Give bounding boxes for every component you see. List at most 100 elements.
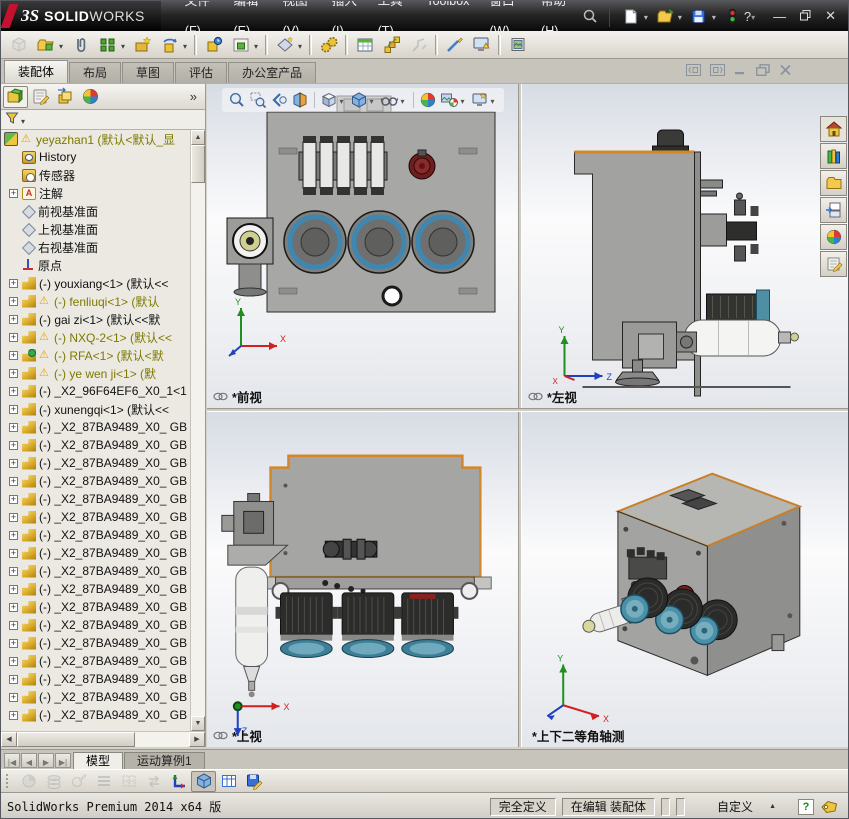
tree-item-row[interactable]: 原点 xyxy=(1,256,190,274)
configurationmanager-tab[interactable] xyxy=(53,86,78,108)
toolbar-grip[interactable] xyxy=(5,773,10,789)
expand-icon[interactable] xyxy=(9,494,18,504)
smart-fasteners-button[interactable] xyxy=(129,33,156,57)
displaymanager-tab[interactable] xyxy=(78,86,103,108)
expand-icon[interactable] xyxy=(9,368,18,378)
expand-icon[interactable] xyxy=(9,458,18,468)
new-document-button[interactable] xyxy=(620,5,642,27)
tree-item-row[interactable]: (-) ye wen ji<1> (默 xyxy=(1,364,190,382)
close-button[interactable]: ✕ xyxy=(825,8,836,24)
design-binder-tag-icon[interactable] xyxy=(820,800,838,814)
open-document-caret[interactable] xyxy=(678,9,686,23)
expand-icon[interactable] xyxy=(9,584,18,594)
expand-icon[interactable] xyxy=(9,602,18,612)
tree-item-row[interactable]: (-) _X2_87BA9489_X0_ GB xyxy=(1,616,190,634)
tree-item-row[interactable]: (-) RFA<1> (默认<默 xyxy=(1,346,190,364)
custom-status-caret[interactable]: ▲ xyxy=(769,803,776,810)
expand-icon[interactable] xyxy=(9,692,18,702)
expand-icon[interactable] xyxy=(9,656,18,666)
tree-horizontal-scrollbar[interactable] xyxy=(1,731,205,747)
insert-component-caret[interactable] xyxy=(59,38,67,52)
custom-status-text[interactable]: 自定义 xyxy=(717,798,753,815)
hide-show-caret[interactable] xyxy=(401,93,409,107)
reference-triad-button[interactable] xyxy=(166,771,191,792)
insert-component-button[interactable] xyxy=(32,33,59,57)
expand-icon[interactable] xyxy=(9,314,18,324)
expand-icon[interactable] xyxy=(9,566,18,576)
expand-icon[interactable] xyxy=(9,422,18,432)
open-document-button[interactable] xyxy=(654,5,676,27)
quick-tips-button[interactable]: ? xyxy=(798,798,814,815)
expand-icon[interactable] xyxy=(9,188,18,198)
table-view-button[interactable] xyxy=(216,771,241,792)
tree-item-row[interactable]: 注解 xyxy=(1,184,190,202)
mate-button[interactable] xyxy=(67,33,94,57)
command-tab[interactable]: 评估 xyxy=(175,62,228,83)
command-tab[interactable]: 草图 xyxy=(122,62,175,83)
tree-item-row[interactable]: (-) _X2_87BA9489_X0_ GB xyxy=(1,598,190,616)
expand-icon[interactable] xyxy=(9,350,18,360)
doc-minimize-button[interactable] xyxy=(734,64,747,76)
save-caret[interactable] xyxy=(712,9,720,23)
previous-view-button[interactable] xyxy=(269,90,289,110)
tree-item-row[interactable]: (-) youxiang<1> (默认<< xyxy=(1,274,190,292)
display-style-button[interactable] xyxy=(349,90,369,110)
expand-icon[interactable] xyxy=(9,512,18,522)
edit-appearance-button[interactable] xyxy=(418,90,438,110)
tree-item-row[interactable]: (-) _X2_87BA9489_X0_ GB xyxy=(1,688,190,706)
apply-scene-caret[interactable] xyxy=(461,93,469,107)
expand-icon[interactable] xyxy=(9,620,18,630)
bill-of-materials-button[interactable] xyxy=(351,33,378,57)
scroll-left-arrow[interactable] xyxy=(1,732,17,747)
command-tab[interactable]: 办公室产品 xyxy=(228,62,317,83)
display-style-caret[interactable] xyxy=(370,93,378,107)
tree-item-row[interactable]: (-) _X2_87BA9489_X0_ GB xyxy=(1,526,190,544)
filter-funnel-icon[interactable] xyxy=(5,111,19,128)
expand-icon[interactable] xyxy=(9,548,18,558)
featuremanager-tree-tab[interactable] xyxy=(3,85,28,108)
explode-line-sketch-button[interactable] xyxy=(405,33,432,57)
assembly-xpert-button[interactable] xyxy=(468,33,495,57)
tree-item-row[interactable]: 上视基准面 xyxy=(1,220,190,238)
expand-icon[interactable] xyxy=(9,296,18,306)
tree-item-row[interactable]: (-) _X2_87BA9489_X0_ GB xyxy=(1,454,190,472)
edit-component-button[interactable] xyxy=(5,33,32,57)
interference-detection-button[interactable] xyxy=(441,33,468,57)
tree-vertical-scrollbar[interactable] xyxy=(190,130,205,731)
scroll-right-arrow[interactable] xyxy=(189,732,205,747)
appearances-scenes-button[interactable] xyxy=(820,224,847,250)
view-settings-caret[interactable] xyxy=(491,93,499,107)
tree-item-row[interactable]: (-) _X2_87BA9489_X0_ GB xyxy=(1,508,190,526)
tree-item-row[interactable]: (-) _X2_87BA9489_X0_ GB xyxy=(1,418,190,436)
minimize-button[interactable]: — xyxy=(773,9,786,24)
view-orientation-caret[interactable] xyxy=(340,93,348,107)
viewport-top[interactable]: XZ *上视 xyxy=(207,412,518,747)
scroll-thumb[interactable] xyxy=(17,732,135,747)
expand-icon[interactable] xyxy=(9,278,18,288)
tree-item-row[interactable]: (-) fenliuqi<1> (默认 xyxy=(1,292,190,310)
command-tab[interactable]: 布局 xyxy=(69,62,122,83)
panel-expand-chevron[interactable]: » xyxy=(190,89,203,104)
apply-scene-button[interactable] xyxy=(439,90,460,110)
traffic-light-icon[interactable] xyxy=(722,5,744,27)
tree-item-row[interactable]: (-) _X2_87BA9489_X0_ GB xyxy=(1,652,190,670)
viewport-left[interactable]: Y Z X *左视 xyxy=(522,84,848,408)
file-explorer-button[interactable] xyxy=(820,170,847,196)
zoom-to-area-button[interactable] xyxy=(248,90,268,110)
solidworks-resources-button[interactable] xyxy=(820,116,847,142)
next-tab-button[interactable] xyxy=(38,753,54,768)
expand-icon[interactable] xyxy=(9,332,18,342)
viewport-isometric[interactable]: YX *上下二等角轴测 xyxy=(522,412,848,747)
propertymanager-tab[interactable] xyxy=(28,86,53,108)
tree-item-row[interactable]: (-) _X2_87BA9489_X0_ GB xyxy=(1,670,190,688)
grid-button[interactable] xyxy=(116,771,141,792)
first-tab-button[interactable] xyxy=(4,753,20,768)
tree-item-row[interactable]: (-) _X2_87BA9489_X0_ GB xyxy=(1,490,190,508)
view-palette-button[interactable] xyxy=(820,197,847,223)
expand-icon[interactable] xyxy=(9,386,18,396)
hide-show-items-button[interactable] xyxy=(379,90,400,110)
tree-item-row[interactable]: 传感器 xyxy=(1,166,190,184)
tree-item-row[interactable]: (-) _X2_87BA9489_X0_ GB xyxy=(1,706,190,724)
model-tab[interactable]: 模型 xyxy=(73,752,124,769)
tree-item-row[interactable]: (-) xunengqi<1> (默认<< xyxy=(1,400,190,418)
